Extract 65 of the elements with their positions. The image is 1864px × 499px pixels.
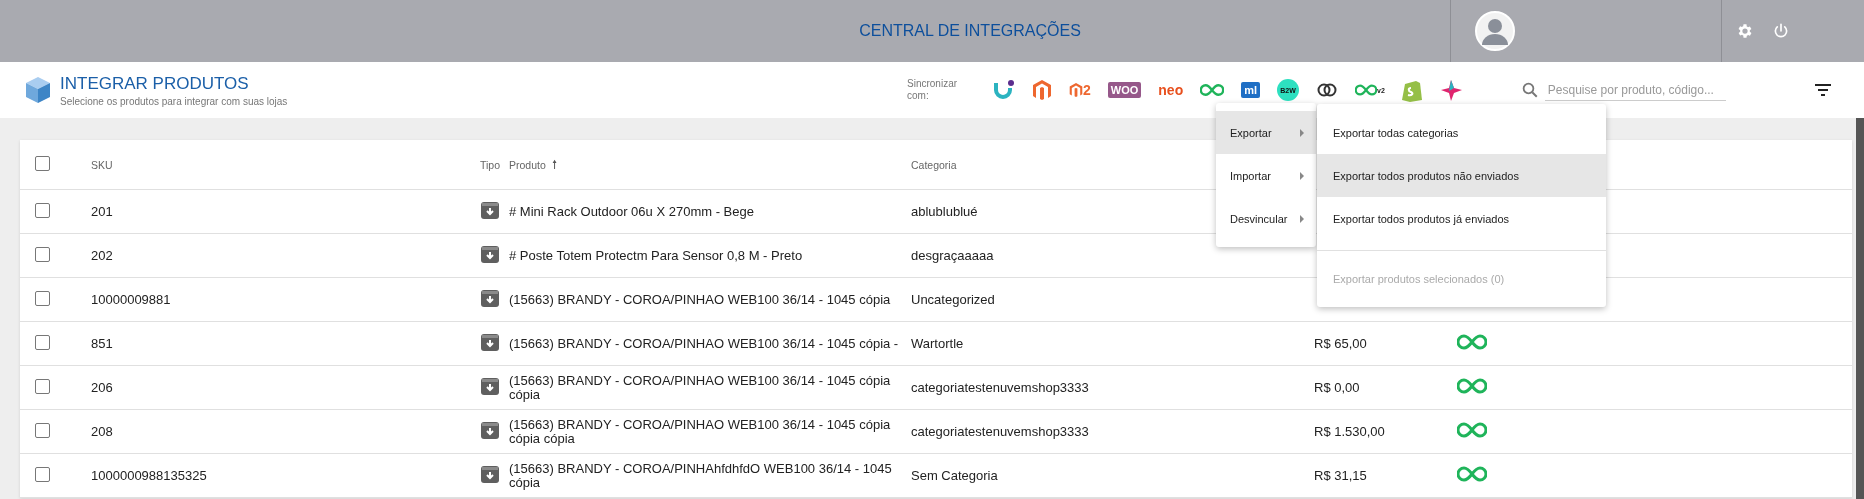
table-cell-text: Sem Categoria (910, 468, 999, 483)
product-type-icon (481, 289, 499, 307)
app-title: CENTRAL DE INTEGRAÇÕES (858, 22, 1082, 40)
table-cell-text: 851 (90, 336, 114, 351)
table-cell-text: categoriatestenuvemshop3333 (910, 424, 1090, 439)
checkbox[interactable] (35, 290, 50, 306)
product-type-icon (481, 465, 499, 483)
checkbox[interactable] (35, 246, 50, 262)
product-type-icon (481, 333, 499, 351)
checkbox[interactable] (35, 466, 50, 482)
table-cell-text: desgraçaaaaa (910, 248, 995, 263)
power-icon[interactable] (1772, 22, 1790, 40)
settings-icon[interactable] (1736, 22, 1754, 40)
page-title: INTEGRAR PRODUTOS (60, 73, 250, 94)
menu-item[interactable]: Desvincular (1216, 197, 1316, 240)
table-cell: R$ 0,00 (1314, 379, 1360, 395)
integration-logo[interactable]: WOO (1107, 82, 1142, 98)
infinity-icon[interactable] (1200, 82, 1225, 98)
table-cell-text: categoriatestenuvemshop3333 (910, 380, 1090, 395)
scrollbar[interactable] (1856, 118, 1864, 499)
filter-icon[interactable] (1814, 83, 1832, 97)
product-type-icon (481, 421, 499, 439)
column-header[interactable]: Tipo (473, 157, 507, 172)
table-cell-text: # Mini Rack Outdoor 06u X 270mm - Bege (508, 204, 755, 219)
checkbox[interactable] (35, 422, 50, 438)
menu-item[interactable]: Exportar todos produtos já enviados (1317, 197, 1606, 240)
table-cell-text: 208 (90, 424, 114, 439)
table-cell-text: (15663) BRANDY - COROA/PINHAO WEB100 36/14 - 1045 cópia (508, 292, 892, 307)
checkbox[interactable] (35, 155, 50, 171)
menu-item[interactable]: Importar (1216, 154, 1316, 197)
column-header[interactable]: SKU (89, 157, 473, 172)
table-cell-text: (15663) BRANDY - COROA/PINHAO WEB100 36/14 - 1045 cópia cópia cópia (508, 417, 892, 446)
integration-logo[interactable]: neo (1158, 82, 1184, 98)
table-cell-text: Uncategorized (910, 292, 996, 307)
avatar-icon[interactable] (1475, 11, 1515, 51)
table-cell-text: 10000009881 (90, 292, 172, 307)
product-type-icon (481, 377, 499, 395)
table-cell-text: Wartortle (910, 336, 965, 351)
table-cell-text: 1000000988135325 (90, 468, 208, 483)
table-cell: R$ 31,15 (1314, 467, 1367, 483)
menu-item[interactable]: Exportar todos produtos não enviados (1317, 154, 1606, 197)
rings-icon[interactable] (1316, 82, 1339, 98)
table-cell-text: 206 (90, 380, 114, 395)
product-type-icon (481, 201, 499, 219)
column-header[interactable]: Produto (509, 158, 546, 171)
menu-item[interactable]: Exportar (1216, 111, 1316, 154)
sync-label: Sincronizar com: (907, 78, 959, 102)
page-subtitle: Selecione os produtos para integrar com suas lojas (60, 95, 288, 107)
product-type-icon (481, 245, 499, 263)
sort-arrow[interactable]: 🠕 (551, 157, 557, 172)
integration-logo[interactable]: ml (1241, 82, 1261, 98)
table-cell-text: 202 (90, 248, 114, 263)
checkbox[interactable] (35, 202, 50, 218)
menu-item[interactable]: Exportar todas categorias (1317, 111, 1606, 154)
table-cell-text: (15663) BRANDY - COROA/PINHAO WEB100 36/14 - 1045 cópia - (508, 336, 900, 351)
table-cell: R$ 1.530,00 (1314, 423, 1385, 439)
table-cell-text: (15663) BRANDY - COROA/PINHAhfdhfdO WEB100 36/14 - 1045 cópia (508, 461, 893, 490)
checkbox[interactable] (35, 378, 50, 394)
checkbox[interactable] (35, 334, 50, 350)
table-cell-text: 201 (90, 204, 114, 219)
table-cell: R$ 65,00 (1314, 335, 1367, 351)
table-cell-text: # Poste Totem Protectm Para Sensor 0,8 M - Preto (508, 248, 804, 263)
table-cell-text: (15663) BRANDY - COROA/PINHAO WEB100 36/14 - 1045 cópia cópia (508, 373, 892, 402)
integration-logo-icon[interactable] (993, 79, 1015, 101)
search-icon (1520, 81, 1539, 99)
